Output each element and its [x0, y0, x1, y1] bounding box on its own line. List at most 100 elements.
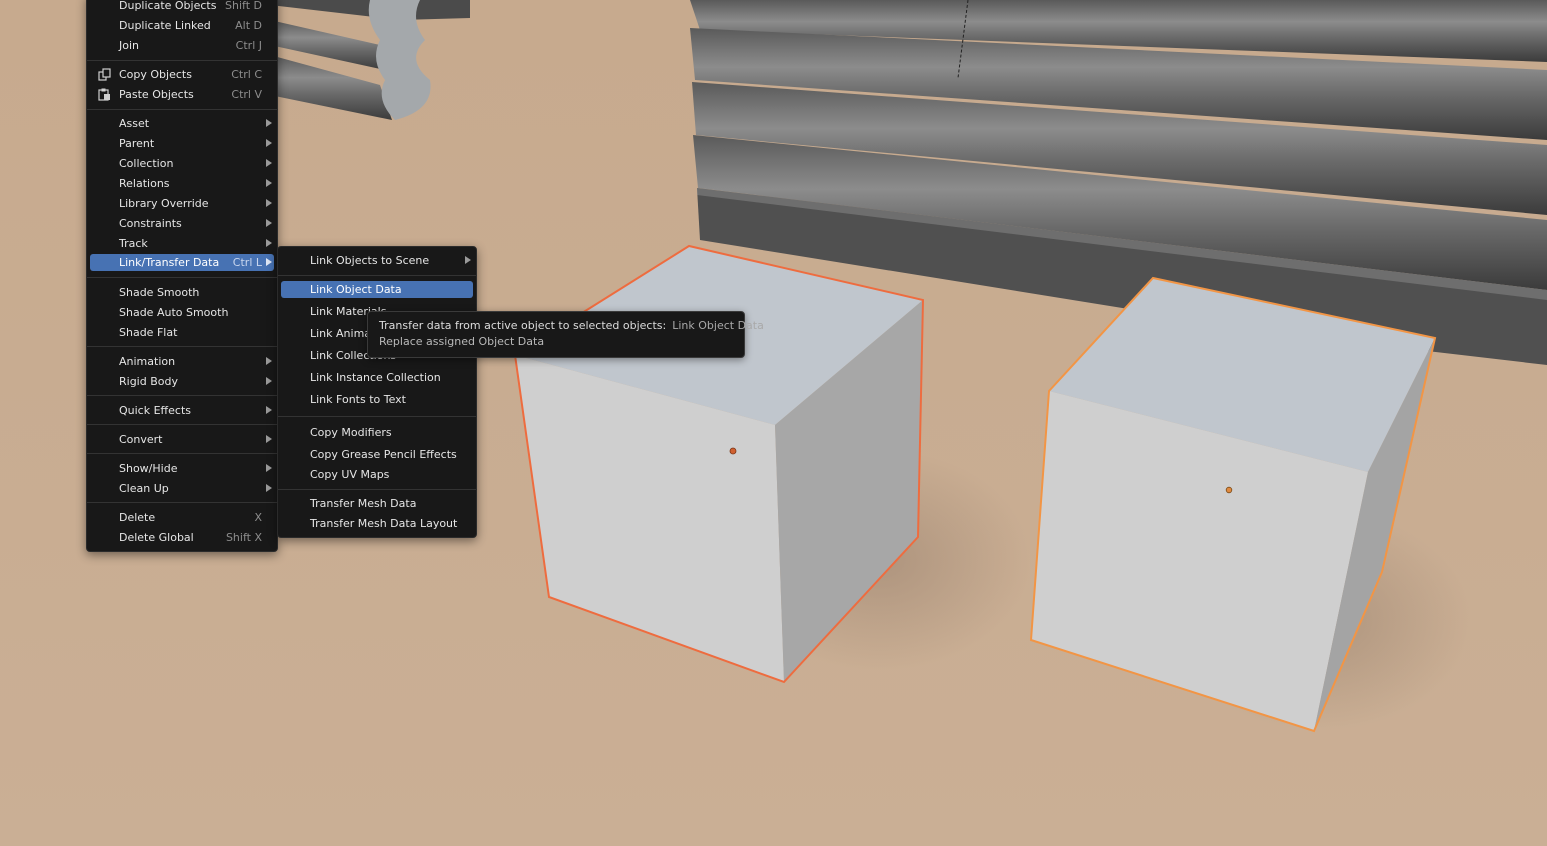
submenu-arrow-icon: [266, 219, 272, 227]
menu-item-shortcut: Shift X: [225, 531, 262, 544]
tooltip-detail: Replace assigned Object Data: [379, 335, 545, 348]
menu-item-convert[interactable]: Convert: [90, 431, 274, 448]
menu-item-link-instance-collection[interactable]: Link Instance Collection: [281, 369, 473, 386]
submenu-arrow-icon: [266, 357, 272, 365]
menu-item-transfer-mesh-data-layout[interactable]: Transfer Mesh Data Layout: [281, 515, 473, 532]
menu-item-library-override[interactable]: Library Override: [90, 195, 274, 212]
menu-item-label: Library Override: [119, 197, 209, 210]
submenu-arrow-icon: [266, 406, 272, 414]
menu-item-show-hide[interactable]: Show/Hide: [90, 460, 274, 477]
menu-item-label: Clean Up: [119, 482, 169, 495]
submenu-arrow-icon: [266, 484, 272, 492]
submenu-arrow-icon: [266, 464, 272, 472]
tooltip-description: Transfer data from active object to sele…: [379, 319, 667, 332]
menu-separator: [87, 109, 277, 110]
submenu-arrow-icon: [266, 199, 272, 207]
menu-item-label: Delete: [119, 511, 156, 524]
menu-item-label: Copy Objects: [119, 68, 192, 81]
menu-item-label: Copy Grease Pencil Effects: [310, 448, 457, 461]
menu-item-label: Quick Effects: [119, 404, 191, 417]
menu-separator: [87, 424, 277, 425]
menu-item-label: Delete Global: [119, 531, 194, 544]
menu-item-copy-objects[interactable]: Copy Objects Ctrl C: [90, 66, 274, 83]
menu-item-shortcut: X: [254, 511, 262, 524]
menu-item-link-objects-to-scene[interactable]: Link Objects to Scene: [281, 252, 473, 269]
menu-item-label: Parent: [119, 137, 155, 150]
menu-separator: [278, 416, 476, 417]
menu-item-shade-flat[interactable]: Shade Flat: [90, 324, 274, 341]
menu-item-copy-modifiers[interactable]: Copy Modifiers: [281, 424, 473, 441]
submenu-arrow-icon: [266, 258, 272, 266]
submenu-arrow-icon: [266, 179, 272, 187]
menu-item-label: Link Objects to Scene: [310, 254, 430, 267]
menu-item-label: Copy UV Maps: [310, 468, 390, 481]
menu-item-constraints[interactable]: Constraints: [90, 215, 274, 232]
menu-separator: [87, 502, 277, 503]
menu-item-shortcut: Ctrl J: [235, 39, 262, 52]
menu-item-label: Transfer Mesh Data Layout: [310, 517, 458, 530]
menu-item-link-fonts-to-text[interactable]: Link Fonts to Text: [281, 391, 473, 408]
menu-item-label: Convert: [119, 433, 163, 446]
menu-item-link-transfer-data[interactable]: Link/Transfer Data Ctrl L: [90, 254, 274, 271]
menu-item-track[interactable]: Track: [90, 235, 274, 252]
submenu-arrow-icon: [465, 256, 471, 264]
menu-item-label: Show/Hide: [119, 462, 178, 475]
submenu-arrow-icon: [266, 119, 272, 127]
menu-item-label: Link Object Data: [310, 283, 402, 296]
submenu-arrow-icon: [266, 159, 272, 167]
menu-item-label: Transfer Mesh Data: [310, 497, 417, 510]
menu-separator: [87, 277, 277, 278]
menu-item-shortcut: Alt D: [235, 19, 262, 32]
menu-separator: [278, 489, 476, 490]
menu-item-duplicate-linked[interactable]: Duplicate Linked Alt D: [90, 17, 274, 34]
submenu-arrow-icon: [266, 377, 272, 385]
menu-item-label: Duplicate Linked: [119, 19, 211, 32]
menu-item-rigid-body[interactable]: Rigid Body: [90, 373, 274, 390]
menu-item-animation[interactable]: Animation: [90, 353, 274, 370]
menu-item-label: Duplicate Objects: [119, 0, 217, 12]
menu-item-label: Link/Transfer Data: [119, 256, 220, 269]
menu-item-shortcut: Ctrl L: [232, 256, 262, 269]
menu-item-shade-auto-smooth[interactable]: Shade Auto Smooth: [90, 304, 274, 321]
object-context-menu: Duplicate Objects Shift D Duplicate Link…: [86, 0, 278, 552]
menu-item-label: Link Instance Collection: [310, 371, 441, 384]
menu-item-delete-global[interactable]: Delete Global Shift X: [90, 529, 274, 546]
menu-item-copy-uv-maps[interactable]: Copy UV Maps: [281, 466, 473, 483]
menu-item-quick-effects[interactable]: Quick Effects: [90, 402, 274, 419]
menu-separator: [87, 453, 277, 454]
menu-item-join[interactable]: Join Ctrl J: [90, 37, 274, 54]
menu-separator: [278, 275, 476, 276]
menu-item-relations[interactable]: Relations: [90, 175, 274, 192]
menu-item-label: Rigid Body: [119, 375, 178, 388]
menu-item-label: Join: [119, 39, 140, 52]
menu-item-label: Constraints: [119, 217, 182, 230]
menu-item-link-object-data[interactable]: Link Object Data: [281, 281, 473, 298]
menu-item-shortcut: Ctrl C: [231, 68, 262, 81]
submenu-arrow-icon: [266, 435, 272, 443]
menu-item-duplicate-objects[interactable]: Duplicate Objects Shift D: [90, 0, 274, 14]
menu-item-asset[interactable]: Asset: [90, 115, 274, 132]
menu-item-label: Link Fonts to Text: [310, 393, 406, 406]
menu-item-shade-smooth[interactable]: Shade Smooth: [90, 284, 274, 301]
menu-item-parent[interactable]: Parent: [90, 135, 274, 152]
submenu-arrow-icon: [266, 139, 272, 147]
menu-item-delete[interactable]: Delete X: [90, 509, 274, 526]
submenu-arrow-icon: [266, 239, 272, 247]
menu-item-copy-grease-pencil-effects[interactable]: Copy Grease Pencil Effects: [281, 446, 473, 463]
menu-separator: [87, 346, 277, 347]
menu-separator: [87, 395, 277, 396]
menu-item-label: Relations: [119, 177, 170, 190]
menu-item-label: Copy Modifiers: [310, 426, 392, 439]
tooltip-operator-name: Link Object Data: [672, 319, 764, 332]
menu-item-label: Shade Flat: [119, 326, 178, 339]
menu-item-paste-objects[interactable]: Paste Objects Ctrl V: [90, 86, 274, 103]
menu-item-label: Paste Objects: [119, 88, 194, 101]
menu-item-shortcut: Ctrl V: [231, 88, 262, 101]
menu-item-clean-up[interactable]: Clean Up: [90, 480, 274, 497]
menu-item-collection[interactable]: Collection: [90, 155, 274, 172]
paste-icon: [98, 88, 110, 101]
menu-item-label: Asset: [119, 117, 150, 130]
tooltip-description-line: Transfer data from active object to sele…: [379, 319, 764, 332]
menu-item-transfer-mesh-data[interactable]: Transfer Mesh Data: [281, 495, 473, 512]
menu-item-label: Collection: [119, 157, 174, 170]
